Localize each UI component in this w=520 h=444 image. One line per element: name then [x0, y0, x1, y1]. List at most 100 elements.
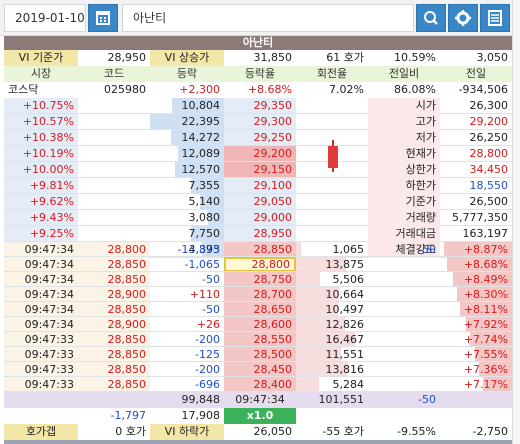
ask-row-price: 29,100	[224, 178, 296, 194]
tick-time: 09:47:34	[4, 317, 78, 332]
hoga-count: 61 호가	[326, 51, 364, 64]
tick-price: 28,850	[78, 362, 150, 377]
info-right-value: 3,050	[476, 51, 509, 64]
col-header-rate: 등락율	[224, 66, 296, 82]
col-header-prev-ratio: 전일비	[368, 66, 440, 82]
tick-volume: 13,816	[325, 363, 365, 376]
tick-diff	[368, 287, 440, 302]
tick-change: -200	[195, 363, 220, 376]
bid-total: 101,551	[296, 392, 368, 408]
tick-price: 28,900	[78, 317, 150, 332]
tick-pct: +7.36%	[463, 363, 508, 376]
tick-change: -1,065	[184, 258, 220, 271]
ask-row-pct: +10.57%	[4, 114, 78, 130]
tick-volume: 10,497	[325, 303, 365, 316]
summary-prev: -934,506	[458, 83, 508, 96]
tick-time: 09:47:34	[4, 272, 78, 287]
gap-label: 호가갭	[4, 424, 78, 440]
summary-change: +2,300	[179, 83, 220, 96]
side-info-label: 상한가	[368, 162, 440, 178]
tick-volume: 11,551	[325, 348, 365, 361]
tick-price: 28,850	[78, 272, 150, 287]
col-header-change: 등락	[150, 66, 224, 82]
tick-price: 28,850	[78, 302, 150, 317]
gear-icon	[455, 10, 471, 26]
vi-up-value: 31,850	[253, 51, 293, 64]
multiplier-badge[interactable]: x1.0	[224, 408, 296, 424]
side-info-value: 26,500	[469, 195, 509, 208]
tick-price: 28,800	[78, 242, 150, 257]
ask-row-volume: 14,272	[181, 131, 221, 144]
tick-change: +110	[189, 288, 220, 301]
neg-pct: -9.55%	[397, 425, 436, 438]
ask-total: 99,848	[150, 392, 224, 408]
ask-row-price: 29,200	[224, 146, 296, 162]
tick-bid-price: 28,450	[224, 362, 296, 377]
ask-row-price: 29,300	[224, 114, 296, 130]
tick-price: 28,850	[78, 347, 150, 362]
tick-pct: +8.11%	[463, 303, 508, 316]
summary-rate: +8.68%	[247, 83, 292, 96]
ask-row-pct: +10.38%	[4, 130, 78, 146]
tick-time: 09:47:33	[4, 347, 78, 362]
tick-pct: +7.17%	[463, 378, 508, 391]
tick-diff	[368, 362, 440, 377]
side-info-value: 26,300	[469, 99, 509, 112]
summary-prev-ratio: 86.08%	[394, 83, 436, 96]
zero-hoga: 0 호가	[115, 425, 146, 438]
tick-diff	[368, 332, 440, 347]
col-header-turnover: 회전율	[296, 66, 368, 82]
tick-diff	[368, 377, 440, 392]
tick-bid-price: 28,550	[224, 332, 296, 347]
tick-bid-price: 28,850	[224, 242, 296, 257]
ask-row-volume: 22,395	[181, 115, 221, 128]
ask-row-volume: 5,140	[188, 195, 221, 208]
ask-row-pct: +9.62%	[4, 194, 78, 210]
settings-button[interactable]	[448, 4, 478, 32]
tick-change: -200	[195, 333, 220, 346]
side-info-label: 거래량	[368, 210, 440, 226]
ask-row-volume: 12,089	[181, 147, 221, 160]
side-info-value: 26,250	[469, 131, 509, 144]
vi-down-value: 26,050	[253, 425, 293, 438]
neg-hoga: -55 호가	[322, 425, 364, 438]
side-info-label: 현재가	[368, 146, 440, 162]
stock-search-input[interactable]: 아난티	[122, 4, 414, 32]
tick-pct: +7.92%	[463, 318, 508, 331]
totals-time: 09:47:34	[224, 392, 296, 408]
tick-time: 09:47:34	[4, 242, 78, 257]
tick-pct: +7.55%	[463, 348, 508, 361]
tick-volume: 5,284	[332, 378, 365, 391]
tick-pct: +8.49%	[463, 273, 508, 286]
side-info-value: 5,777,350	[452, 211, 508, 224]
tick-bid-price: 28,400	[224, 377, 296, 392]
tick-change: -50	[202, 303, 220, 316]
ask-row-pct: +9.81%	[4, 178, 78, 194]
side-info-label: 시가	[368, 98, 440, 114]
tick-pct: +8.68%	[463, 258, 508, 271]
date-input[interactable]: 2019-01-10	[4, 4, 86, 32]
ask-row-pct: +10.75%	[4, 98, 78, 114]
tick-time: 09:47:34	[4, 257, 78, 272]
search-button[interactable]	[416, 4, 446, 32]
tick-pct: +7.74%	[463, 333, 508, 346]
calendar-button[interactable]	[88, 4, 118, 32]
ask-row-pct: +10.19%	[4, 146, 78, 162]
trade-count: 17,908	[181, 409, 221, 422]
tick-volume: 16,467	[325, 333, 365, 346]
tick-change: +26	[196, 318, 220, 331]
net-volume: -1,797	[110, 409, 146, 422]
list-view-button[interactable]	[480, 4, 510, 32]
ask-row-price: 29,000	[224, 210, 296, 226]
ask-row-volume: 3,080	[188, 211, 221, 224]
ask-row-volume: 7,750	[188, 227, 221, 240]
tick-time: 09:47:34	[4, 287, 78, 302]
vi-base-label: VI 기준가	[4, 50, 78, 66]
side-info-value: 34,450	[469, 163, 509, 176]
ask-row-price: 29,150	[224, 162, 296, 178]
search-icon	[424, 11, 438, 25]
col-header-code: 코드	[78, 66, 150, 82]
tick-price: 28,850	[78, 257, 150, 272]
tick-time: 09:47:33	[4, 377, 78, 392]
tick-diff	[368, 257, 440, 272]
